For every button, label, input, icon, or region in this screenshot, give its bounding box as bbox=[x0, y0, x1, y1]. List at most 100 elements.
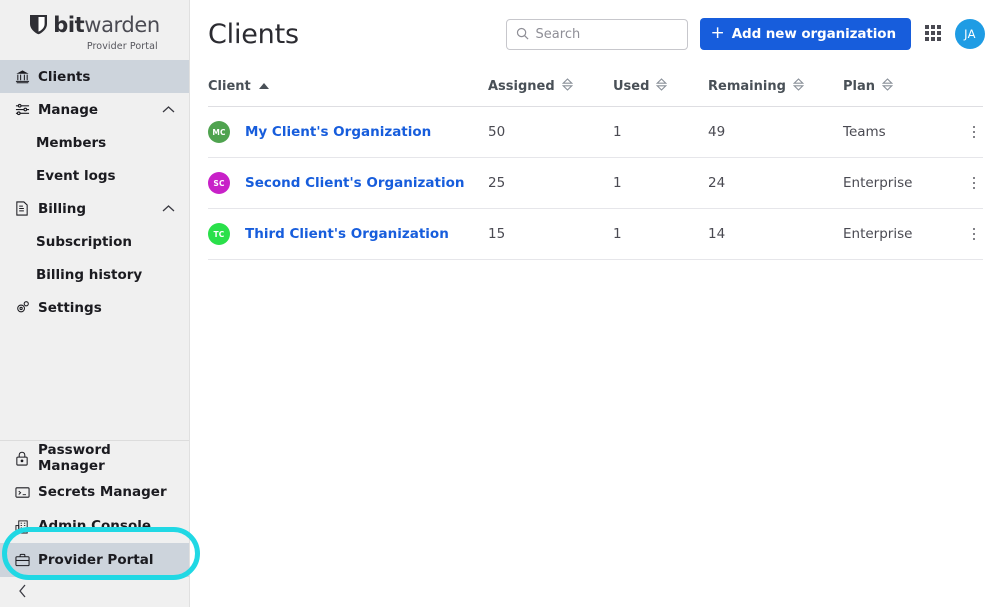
sidebar-item-password-manager[interactable]: Password Manager bbox=[0, 441, 189, 475]
sidebar-item-label: Subscription bbox=[36, 233, 132, 250]
sidebar-item-label: Admin Console bbox=[38, 518, 152, 534]
sidebar-group-manage[interactable]: Manage bbox=[0, 93, 189, 126]
column-label: Used bbox=[613, 79, 650, 94]
gears-icon bbox=[14, 300, 30, 316]
cell-remaining: 49 bbox=[708, 106, 843, 158]
sidebar-item-label: Event logs bbox=[36, 167, 116, 184]
clients-table: Client Assigned Used Remaining Plan MC M… bbox=[208, 68, 983, 260]
cell-plan: Enterprise bbox=[843, 208, 943, 260]
avatar[interactable]: JA bbox=[955, 19, 985, 49]
cell-remaining: 24 bbox=[708, 157, 843, 209]
column-label: Plan bbox=[843, 79, 876, 94]
cell-actions bbox=[943, 208, 983, 260]
column-header-client[interactable]: Client bbox=[208, 68, 488, 107]
sidebar-item-members[interactable]: Members bbox=[0, 126, 189, 159]
search-box[interactable] bbox=[505, 18, 688, 50]
column-label: Assigned bbox=[488, 79, 555, 94]
main-content: Clients + Add new organization bbox=[190, 0, 989, 607]
client-name-link[interactable]: Third Client's Organization bbox=[245, 226, 449, 242]
column-header-plan[interactable]: Plan bbox=[843, 68, 943, 107]
cell-plan: Teams bbox=[843, 106, 943, 158]
avatar-initials: JA bbox=[964, 27, 976, 41]
sidebar-item-label: Settings bbox=[38, 299, 102, 316]
kebab-menu-icon[interactable] bbox=[965, 176, 983, 190]
clients-table-area: Client Assigned Used Remaining Plan MC M… bbox=[190, 68, 989, 260]
kebab-menu-icon[interactable] bbox=[965, 227, 983, 241]
sidebar-collapse-button[interactable] bbox=[0, 577, 189, 607]
cell-client: MC My Client's Organization bbox=[208, 106, 488, 158]
grid-apps-icon[interactable] bbox=[925, 25, 943, 43]
brand-warden: warden bbox=[84, 13, 160, 37]
brand-wordmark: bitwarden bbox=[53, 15, 160, 36]
chevron-left-icon bbox=[18, 583, 27, 602]
cell-assigned: 25 bbox=[488, 157, 613, 209]
search-icon bbox=[516, 25, 529, 44]
cell-actions bbox=[943, 157, 983, 209]
toolbar-actions: + Add new organization JA bbox=[505, 18, 985, 50]
table-header: Client Assigned Used Remaining Plan bbox=[208, 68, 983, 107]
invoice-icon bbox=[14, 201, 30, 217]
column-header-remaining[interactable]: Remaining bbox=[708, 68, 843, 107]
search-input[interactable] bbox=[535, 26, 678, 42]
column-header-assigned[interactable]: Assigned bbox=[488, 68, 613, 107]
table-header-row: Client Assigned Used Remaining Plan bbox=[208, 68, 983, 107]
top-toolbar: Clients + Add new organization bbox=[190, 0, 989, 68]
sidebar-item-provider-portal[interactable]: Provider Portal bbox=[0, 543, 189, 577]
sliders-icon bbox=[14, 102, 30, 118]
sidebar-item-admin-console[interactable]: Admin Console bbox=[0, 509, 189, 543]
sidebar-product-nav: Password Manager Secrets Manager Admin C… bbox=[0, 441, 189, 607]
sort-icon bbox=[881, 78, 894, 95]
cell-remaining: 14 bbox=[708, 208, 843, 260]
client-avatar: MC bbox=[208, 121, 230, 143]
shield-icon bbox=[29, 13, 48, 39]
cell-used: 1 bbox=[613, 208, 708, 260]
sidebar-item-label: Provider Portal bbox=[38, 552, 154, 568]
sidebar-item-billing-history[interactable]: Billing history bbox=[0, 258, 189, 291]
cell-assigned: 50 bbox=[488, 106, 613, 158]
brand-logo[interactable]: bitwarden Provider Portal bbox=[0, 0, 189, 60]
cell-used: 1 bbox=[613, 157, 708, 209]
sort-icon bbox=[561, 78, 573, 95]
sidebar-item-label: Clients bbox=[38, 68, 91, 85]
table-body: MC My Client's Organization 50 1 49 Team… bbox=[208, 106, 983, 260]
page-title: Clients bbox=[208, 18, 299, 50]
cell-actions bbox=[943, 106, 983, 158]
sidebar-item-secrets-manager[interactable]: Secrets Manager bbox=[0, 475, 189, 509]
add-new-organization-label: Add new organization bbox=[731, 26, 896, 42]
bank-icon bbox=[14, 69, 30, 85]
lock-icon bbox=[14, 450, 30, 466]
building-icon bbox=[14, 518, 30, 534]
client-avatar-initials: TC bbox=[213, 229, 225, 239]
terminal-icon bbox=[14, 484, 30, 500]
chevron-up-icon[interactable] bbox=[161, 103, 175, 117]
briefcase-icon bbox=[14, 552, 30, 568]
client-avatar: TC bbox=[208, 223, 230, 245]
cell-client: TC Third Client's Organization bbox=[208, 208, 488, 260]
column-header-actions bbox=[943, 68, 983, 107]
brand-bit: bit bbox=[53, 13, 85, 37]
sidebar-group-billing[interactable]: Billing bbox=[0, 192, 189, 225]
sidebar-item-label: Manage bbox=[38, 101, 99, 118]
chevron-up-icon[interactable] bbox=[161, 202, 175, 216]
kebab-menu-icon[interactable] bbox=[965, 125, 983, 139]
sidebar-item-label: Billing history bbox=[36, 266, 143, 283]
column-label: Remaining bbox=[708, 79, 786, 94]
cell-plan: Enterprise bbox=[843, 157, 943, 209]
sidebar-item-settings[interactable]: Settings bbox=[0, 291, 189, 324]
sidebar-item-clients[interactable]: Clients bbox=[0, 60, 189, 93]
app-root: bitwarden Provider Portal Clients Manage… bbox=[0, 0, 989, 607]
cell-assigned: 15 bbox=[488, 208, 613, 260]
sort-icon bbox=[656, 78, 668, 95]
plus-icon: + bbox=[710, 23, 725, 43]
add-new-organization-button[interactable]: + Add new organization bbox=[699, 18, 911, 50]
column-header-used[interactable]: Used bbox=[613, 68, 708, 107]
sidebar-item-subscription[interactable]: Subscription bbox=[0, 225, 189, 258]
client-name-link[interactable]: My Client's Organization bbox=[245, 124, 431, 140]
sidebar-item-event-logs[interactable]: Event logs bbox=[0, 159, 189, 192]
sidebar-item-label: Secrets Manager bbox=[38, 484, 167, 500]
sort-asc-icon bbox=[258, 79, 270, 94]
client-name-link[interactable]: Second Client's Organization bbox=[245, 175, 464, 191]
brand-subtitle: Provider Portal bbox=[86, 40, 158, 52]
sidebar-item-label: Password Manager bbox=[38, 442, 111, 474]
